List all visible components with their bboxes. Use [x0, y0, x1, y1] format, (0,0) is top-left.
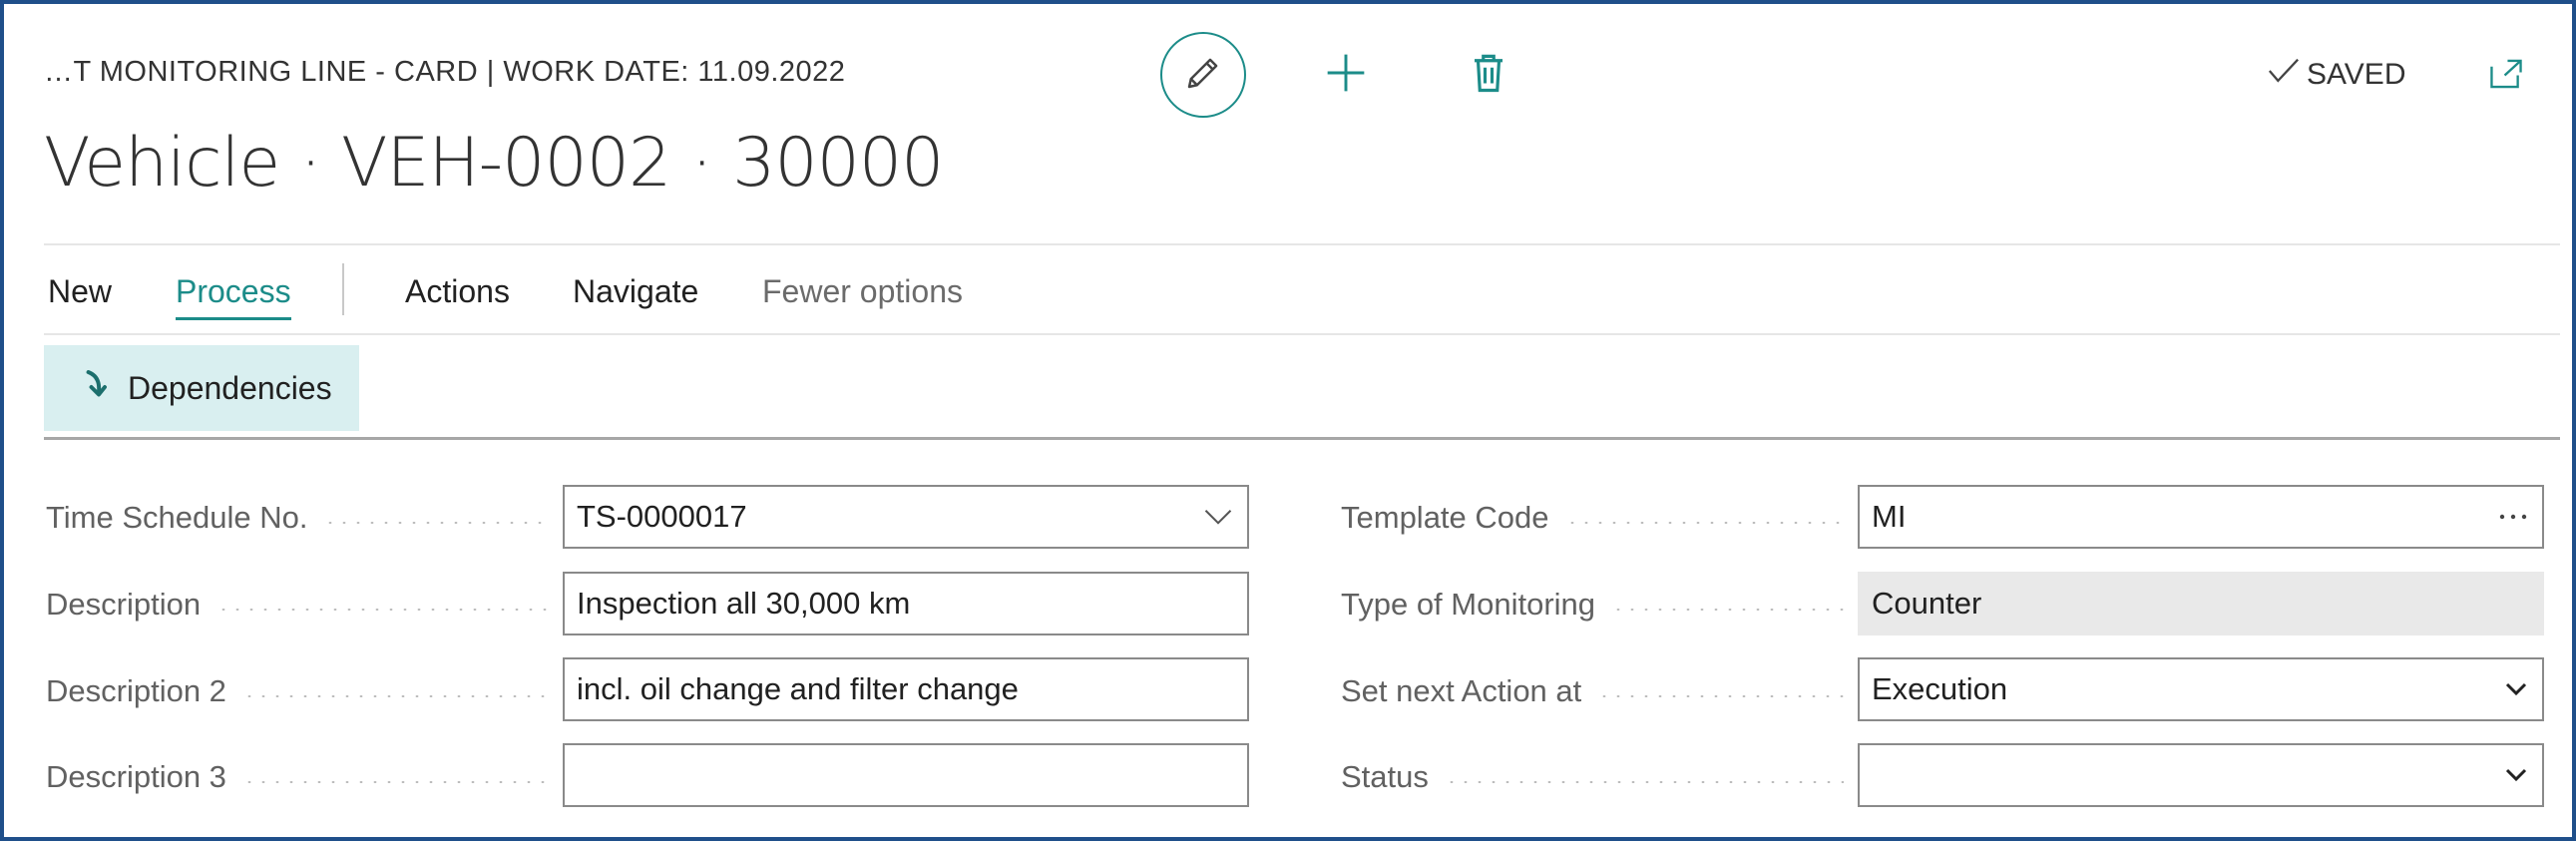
action-bar-underline — [44, 437, 2560, 440]
menu-new[interactable]: New — [48, 273, 112, 310]
dependencies-label: Dependencies — [128, 369, 332, 406]
new-record-button[interactable] — [1321, 50, 1371, 100]
open-in-new-window-button[interactable] — [2486, 56, 2526, 96]
trash-icon — [1471, 52, 1506, 99]
open-in-new-window-icon — [2488, 58, 2524, 95]
chevron-down-icon[interactable] — [2504, 659, 2528, 719]
edit-button[interactable] — [1160, 32, 1246, 118]
header-divider — [44, 243, 2560, 245]
menu-divider-line — [44, 333, 2560, 335]
field-label: Description — [46, 586, 551, 624]
field-label: Description 3 — [46, 758, 551, 796]
menu-divider — [342, 263, 344, 315]
status-select[interactable] — [1858, 743, 2544, 807]
description-field[interactable]: Inspection all 30,000 km — [563, 572, 1249, 635]
menu-actions[interactable]: Actions — [405, 273, 510, 310]
arrow-down-right-icon — [84, 369, 108, 407]
card-window: …T MONITORING LINE - CARD | WORK DATE: 1… — [0, 0, 2576, 841]
checkmark-icon — [2267, 56, 2301, 94]
ellipsis-icon[interactable] — [2498, 487, 2528, 547]
field-label: Description 2 — [46, 672, 551, 710]
saved-label: SAVED — [2307, 58, 2406, 91]
field-label: Set next Action at — [1341, 672, 1844, 710]
set-next-action-at-select[interactable]: Execution — [1858, 657, 2544, 721]
description-3-field[interactable] — [563, 743, 1249, 807]
menu-fewer-options[interactable]: Fewer options — [762, 273, 963, 310]
delete-button[interactable] — [1469, 50, 1508, 100]
plus-icon — [1324, 51, 1368, 100]
page-caption: …T MONITORING LINE - CARD | WORK DATE: 1… — [44, 56, 846, 88]
description-2-field[interactable]: incl. oil change and filter change — [563, 657, 1249, 721]
chevron-down-icon[interactable] — [2504, 745, 2528, 805]
chevron-down-icon[interactable] — [1203, 487, 1233, 547]
type-of-monitoring-field: Counter — [1858, 572, 2544, 635]
menu-navigate[interactable]: Navigate — [573, 273, 698, 310]
template-code-field[interactable]: MI — [1858, 485, 2544, 549]
field-label: Status — [1341, 758, 1844, 796]
field-label: Template Code — [1341, 499, 1844, 537]
pencil-icon — [1182, 52, 1224, 99]
menu-process[interactable]: Process — [176, 273, 291, 320]
saved-status: SAVED — [2267, 56, 2405, 94]
time-schedule-no-field[interactable]: TS-0000017 — [563, 485, 1249, 549]
page-title: Vehicle · VEH-0002 · 30000 — [44, 124, 944, 203]
field-label: Time Schedule No. — [46, 499, 551, 537]
dependencies-button[interactable]: Dependencies — [44, 345, 359, 431]
field-label: Type of Monitoring — [1341, 586, 1844, 624]
